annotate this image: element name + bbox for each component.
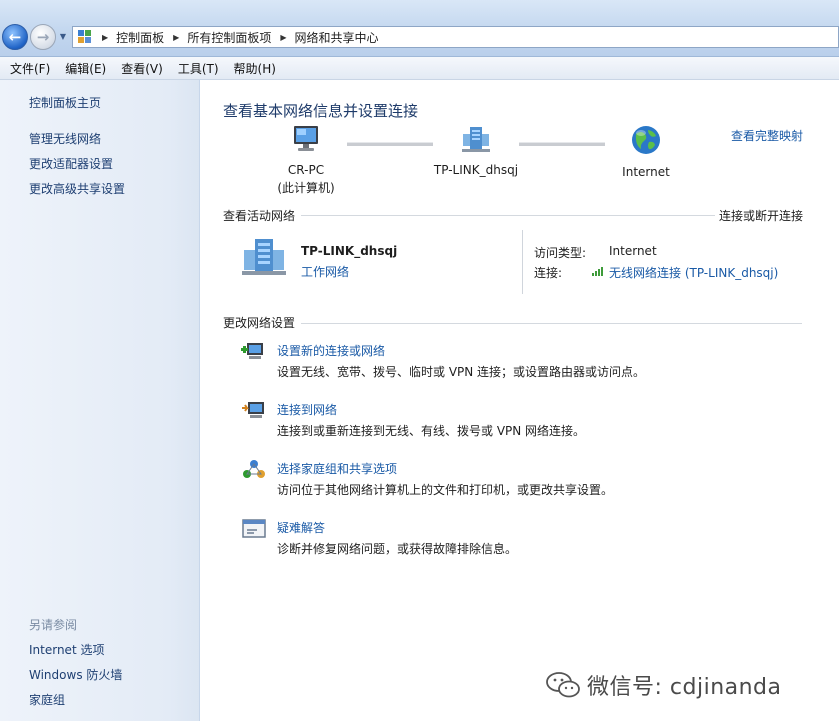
task-homegroup[interactable]: 选择家庭组和共享选项	[277, 460, 397, 477]
menu-file[interactable]: 文件(F)	[10, 60, 50, 77]
globe-icon	[632, 126, 660, 154]
main-content: 查看基本网络信息并设置连接 查看完整映射 CR-PC (此计算机) TP-LIN…	[201, 80, 839, 721]
navigation-bar: ← → ▼ ▶ 控制面板 ▶ 所有控制面板项 ▶ 网络和共享中心	[0, 0, 839, 57]
breadcrumb-network-center[interactable]: 网络和共享中心	[295, 29, 379, 46]
recent-pages-dropdown[interactable]: ▼	[58, 31, 68, 43]
homegroup-icon	[243, 460, 265, 478]
computer-subtitle: (此计算机)	[277, 181, 335, 195]
computer-icon	[294, 126, 318, 151]
forward-button[interactable]: →	[30, 24, 56, 50]
task-pane: 控制面板主页 管理无线网络 更改适配器设置 更改高级共享设置 另请参阅 Inte…	[0, 80, 200, 721]
breadcrumb-separator-icon[interactable]: ▶	[102, 33, 108, 42]
task-connect-network-desc: 连接到或重新连接到无线、有线、拨号或 VPN 网络连接。	[277, 424, 586, 438]
map-node-internet[interactable]: Internet	[606, 124, 686, 179]
arrow-right-icon: →	[36, 28, 50, 46]
task-homegroup-desc: 访问位于其他网络计算机上的文件和打印机，或更改共享设置。	[277, 483, 614, 497]
task-troubleshoot[interactable]: 疑难解答	[277, 519, 325, 536]
section-divider	[301, 323, 802, 324]
new-connection-icon	[241, 343, 263, 359]
sidebar-link-home[interactable]: 控制面板主页	[29, 94, 101, 111]
connection-link[interactable]: 无线网络连接 (TP-LINK_dhsqj)	[609, 264, 778, 281]
access-type-label: 访问类型:	[534, 246, 587, 260]
wifi-signal-icon	[592, 266, 603, 276]
connect-network-icon	[242, 402, 264, 418]
active-networks-heading: 查看活动网络	[223, 209, 296, 223]
task-setup-connection-desc: 设置无线、宽带、拨号、临时或 VPN 连接；或设置路由器或访问点。	[277, 365, 646, 379]
task-setup-connection[interactable]: 设置新的连接或网络	[277, 342, 385, 359]
sidebar-link-firewall[interactable]: Windows 防火墙	[29, 666, 122, 683]
breadcrumb-separator-icon[interactable]: ▶	[173, 33, 179, 42]
section-divider	[301, 215, 715, 216]
map-connector	[519, 142, 605, 146]
wechat-logo-icon	[546, 672, 580, 698]
breadcrumb-control-panel[interactable]: 控制面板	[116, 29, 164, 46]
back-button[interactable]: ←	[2, 24, 28, 50]
menu-bar: 文件(F) 编辑(E) 查看(V) 工具(T) 帮助(H)	[0, 57, 839, 80]
sidebar-link-advanced-sharing[interactable]: 更改高级共享设置	[29, 180, 125, 197]
full-map-link[interactable]: 查看完整映射	[731, 127, 803, 144]
breadcrumb-all-items[interactable]: 所有控制面板项	[187, 29, 271, 46]
connect-disconnect-link[interactable]: 连接或断开连接	[719, 207, 803, 224]
task-connect-network[interactable]: 连接到网络	[277, 401, 337, 418]
active-network-name: TP-LINK_dhsqj	[301, 244, 398, 258]
network-bench-icon	[462, 127, 490, 152]
map-node-network[interactable]: TP-LINK_dhsqj	[426, 124, 526, 177]
watermark-text: 微信号: cdjinanda	[587, 675, 782, 700]
wechat-watermark: 微信号: cdjinanda	[545, 665, 782, 705]
chevron-down-icon: ▼	[59, 32, 67, 41]
connection-label: 连接:	[534, 266, 563, 280]
map-connector	[347, 142, 433, 146]
menu-tools[interactable]: 工具(T)	[178, 60, 219, 77]
computer-name: CR-PC	[287, 163, 325, 177]
sidebar-link-adapter-settings[interactable]: 更改适配器设置	[29, 155, 113, 172]
network-bench-icon	[242, 239, 286, 275]
see-also-heading: 另请参阅	[29, 618, 78, 632]
map-node-computer[interactable]: CR-PC (此计算机)	[271, 124, 341, 196]
network-node-name: TP-LINK_dhsqj	[433, 163, 519, 177]
internet-node-name: Internet	[622, 165, 670, 179]
menu-help[interactable]: 帮助(H)	[234, 60, 276, 77]
access-type-value: Internet	[609, 244, 657, 258]
breadcrumb-separator-icon[interactable]: ▶	[280, 33, 286, 42]
network-location-link[interactable]: 工作网络	[301, 263, 349, 280]
task-troubleshoot-desc: 诊断并修复网络问题，或获得故障排除信息。	[277, 542, 518, 556]
change-settings-heading: 更改网络设置	[223, 316, 296, 330]
troubleshoot-icon	[242, 519, 266, 538]
sidebar-link-homegroup[interactable]: 家庭组	[29, 691, 65, 708]
menu-view[interactable]: 查看(V)	[121, 60, 163, 77]
menu-edit[interactable]: 编辑(E)	[65, 60, 106, 77]
page-title: 查看基本网络信息并设置连接	[223, 102, 419, 120]
vertical-divider	[522, 230, 523, 294]
control-panel-icon	[77, 29, 93, 45]
sidebar-link-internet-options[interactable]: Internet 选项	[29, 641, 104, 658]
sidebar-link-manage-wireless[interactable]: 管理无线网络	[29, 130, 101, 147]
address-bar[interactable]: ▶ 控制面板 ▶ 所有控制面板项 ▶ 网络和共享中心	[72, 26, 839, 48]
arrow-left-icon: ←	[8, 28, 22, 46]
